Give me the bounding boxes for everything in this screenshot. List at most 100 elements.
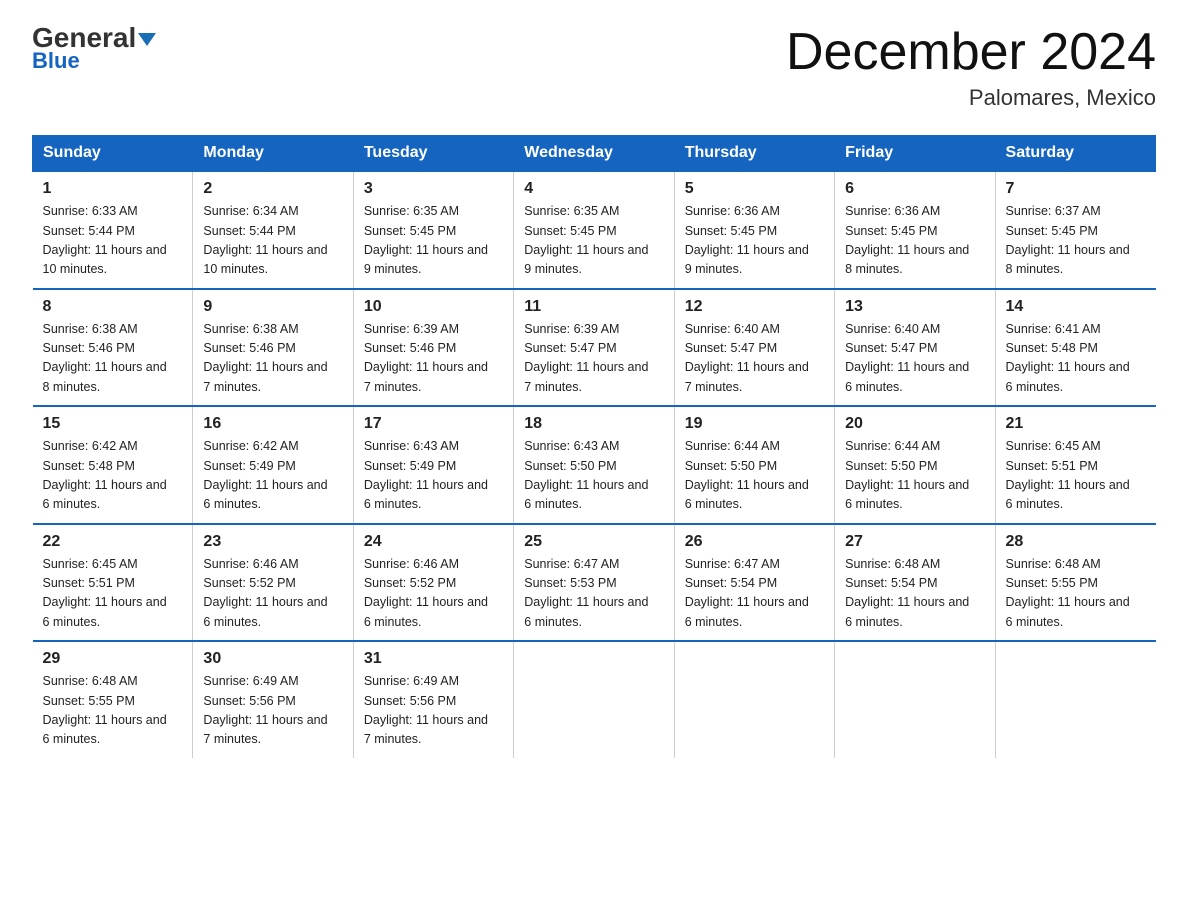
day-info: Sunrise: 6:36 AMSunset: 5:45 PMDaylight:… (685, 202, 824, 280)
day-number: 16 (203, 415, 342, 433)
day-info: Sunrise: 6:39 AMSunset: 5:47 PMDaylight:… (524, 320, 663, 398)
day-number: 14 (1006, 298, 1146, 316)
calendar-cell: 26 Sunrise: 6:47 AMSunset: 5:54 PMDaylig… (674, 524, 834, 642)
col-thursday: Thursday (674, 136, 834, 172)
day-info: Sunrise: 6:33 AMSunset: 5:44 PMDaylight:… (43, 202, 183, 280)
day-info: Sunrise: 6:49 AMSunset: 5:56 PMDaylight:… (364, 672, 503, 750)
calendar-cell: 29 Sunrise: 6:48 AMSunset: 5:55 PMDaylig… (33, 641, 193, 758)
week-row-3: 15 Sunrise: 6:42 AMSunset: 5:48 PMDaylig… (33, 406, 1156, 524)
col-friday: Friday (835, 136, 995, 172)
day-number: 9 (203, 298, 342, 316)
day-number: 29 (43, 650, 183, 668)
day-info: Sunrise: 6:49 AMSunset: 5:56 PMDaylight:… (203, 672, 342, 750)
day-number: 2 (203, 180, 342, 198)
day-number: 27 (845, 533, 984, 551)
col-tuesday: Tuesday (353, 136, 513, 172)
day-info: Sunrise: 6:44 AMSunset: 5:50 PMDaylight:… (845, 437, 984, 515)
calendar-cell: 8 Sunrise: 6:38 AMSunset: 5:46 PMDayligh… (33, 289, 193, 407)
day-number: 31 (364, 650, 503, 668)
day-info: Sunrise: 6:46 AMSunset: 5:52 PMDaylight:… (364, 555, 503, 633)
calendar-cell: 11 Sunrise: 6:39 AMSunset: 5:47 PMDaylig… (514, 289, 674, 407)
calendar-cell (514, 641, 674, 758)
day-info: Sunrise: 6:35 AMSunset: 5:45 PMDaylight:… (524, 202, 663, 280)
logo-arrow-icon (138, 33, 156, 46)
day-info: Sunrise: 6:36 AMSunset: 5:45 PMDaylight:… (845, 202, 984, 280)
day-number: 21 (1006, 415, 1146, 433)
week-row-1: 1 Sunrise: 6:33 AMSunset: 5:44 PMDayligh… (33, 171, 1156, 289)
day-number: 15 (43, 415, 183, 433)
day-info: Sunrise: 6:47 AMSunset: 5:53 PMDaylight:… (524, 555, 663, 633)
calendar-cell: 16 Sunrise: 6:42 AMSunset: 5:49 PMDaylig… (193, 406, 353, 524)
day-info: Sunrise: 6:40 AMSunset: 5:47 PMDaylight:… (845, 320, 984, 398)
day-number: 11 (524, 298, 663, 316)
day-number: 4 (524, 180, 663, 198)
day-info: Sunrise: 6:38 AMSunset: 5:46 PMDaylight:… (203, 320, 342, 398)
day-number: 8 (43, 298, 183, 316)
day-number: 18 (524, 415, 663, 433)
day-number: 6 (845, 180, 984, 198)
day-info: Sunrise: 6:45 AMSunset: 5:51 PMDaylight:… (43, 555, 183, 633)
day-info: Sunrise: 6:43 AMSunset: 5:50 PMDaylight:… (524, 437, 663, 515)
calendar-table: Sunday Monday Tuesday Wednesday Thursday… (32, 135, 1156, 758)
calendar-cell: 22 Sunrise: 6:45 AMSunset: 5:51 PMDaylig… (33, 524, 193, 642)
day-info: Sunrise: 6:37 AMSunset: 5:45 PMDaylight:… (1006, 202, 1146, 280)
day-info: Sunrise: 6:48 AMSunset: 5:55 PMDaylight:… (43, 672, 183, 750)
calendar-cell: 12 Sunrise: 6:40 AMSunset: 5:47 PMDaylig… (674, 289, 834, 407)
calendar-cell: 18 Sunrise: 6:43 AMSunset: 5:50 PMDaylig… (514, 406, 674, 524)
day-number: 26 (685, 533, 824, 551)
day-number: 23 (203, 533, 342, 551)
day-info: Sunrise: 6:35 AMSunset: 5:45 PMDaylight:… (364, 202, 503, 280)
week-row-4: 22 Sunrise: 6:45 AMSunset: 5:51 PMDaylig… (33, 524, 1156, 642)
calendar-cell: 6 Sunrise: 6:36 AMSunset: 5:45 PMDayligh… (835, 171, 995, 289)
day-number: 3 (364, 180, 503, 198)
calendar-cell: 23 Sunrise: 6:46 AMSunset: 5:52 PMDaylig… (193, 524, 353, 642)
day-number: 5 (685, 180, 824, 198)
day-info: Sunrise: 6:44 AMSunset: 5:50 PMDaylight:… (685, 437, 824, 515)
calendar-header: Sunday Monday Tuesday Wednesday Thursday… (33, 136, 1156, 172)
day-info: Sunrise: 6:42 AMSunset: 5:49 PMDaylight:… (203, 437, 342, 515)
location: Palomares, Mexico (786, 85, 1156, 111)
day-info: Sunrise: 6:42 AMSunset: 5:48 PMDaylight:… (43, 437, 183, 515)
calendar-cell: 10 Sunrise: 6:39 AMSunset: 5:46 PMDaylig… (353, 289, 513, 407)
day-number: 17 (364, 415, 503, 433)
day-number: 20 (845, 415, 984, 433)
calendar-cell: 19 Sunrise: 6:44 AMSunset: 5:50 PMDaylig… (674, 406, 834, 524)
col-monday: Monday (193, 136, 353, 172)
calendar-cell: 27 Sunrise: 6:48 AMSunset: 5:54 PMDaylig… (835, 524, 995, 642)
logo-part2: Blue (32, 48, 80, 74)
calendar-cell (674, 641, 834, 758)
day-number: 13 (845, 298, 984, 316)
calendar-cell: 25 Sunrise: 6:47 AMSunset: 5:53 PMDaylig… (514, 524, 674, 642)
calendar-cell: 5 Sunrise: 6:36 AMSunset: 5:45 PMDayligh… (674, 171, 834, 289)
calendar-cell (835, 641, 995, 758)
calendar-cell: 7 Sunrise: 6:37 AMSunset: 5:45 PMDayligh… (995, 171, 1155, 289)
day-number: 7 (1006, 180, 1146, 198)
day-info: Sunrise: 6:39 AMSunset: 5:46 PMDaylight:… (364, 320, 503, 398)
calendar-cell: 28 Sunrise: 6:48 AMSunset: 5:55 PMDaylig… (995, 524, 1155, 642)
calendar-cell: 20 Sunrise: 6:44 AMSunset: 5:50 PMDaylig… (835, 406, 995, 524)
day-info: Sunrise: 6:48 AMSunset: 5:55 PMDaylight:… (1006, 555, 1146, 633)
day-number: 24 (364, 533, 503, 551)
calendar-cell: 3 Sunrise: 6:35 AMSunset: 5:45 PMDayligh… (353, 171, 513, 289)
day-info: Sunrise: 6:40 AMSunset: 5:47 PMDaylight:… (685, 320, 824, 398)
calendar-cell: 1 Sunrise: 6:33 AMSunset: 5:44 PMDayligh… (33, 171, 193, 289)
day-info: Sunrise: 6:38 AMSunset: 5:46 PMDaylight:… (43, 320, 183, 398)
day-info: Sunrise: 6:48 AMSunset: 5:54 PMDaylight:… (845, 555, 984, 633)
day-number: 19 (685, 415, 824, 433)
day-info: Sunrise: 6:45 AMSunset: 5:51 PMDaylight:… (1006, 437, 1146, 515)
calendar-cell: 24 Sunrise: 6:46 AMSunset: 5:52 PMDaylig… (353, 524, 513, 642)
day-info: Sunrise: 6:46 AMSunset: 5:52 PMDaylight:… (203, 555, 342, 633)
day-number: 10 (364, 298, 503, 316)
calendar-cell: 9 Sunrise: 6:38 AMSunset: 5:46 PMDayligh… (193, 289, 353, 407)
day-number: 25 (524, 533, 663, 551)
day-info: Sunrise: 6:34 AMSunset: 5:44 PMDaylight:… (203, 202, 342, 280)
header-row: Sunday Monday Tuesday Wednesday Thursday… (33, 136, 1156, 172)
calendar-cell: 14 Sunrise: 6:41 AMSunset: 5:48 PMDaylig… (995, 289, 1155, 407)
title-area: December 2024 Palomares, Mexico (786, 24, 1156, 111)
calendar-cell: 15 Sunrise: 6:42 AMSunset: 5:48 PMDaylig… (33, 406, 193, 524)
day-number: 22 (43, 533, 183, 551)
day-number: 12 (685, 298, 824, 316)
calendar-cell: 13 Sunrise: 6:40 AMSunset: 5:47 PMDaylig… (835, 289, 995, 407)
day-info: Sunrise: 6:47 AMSunset: 5:54 PMDaylight:… (685, 555, 824, 633)
calendar-cell: 17 Sunrise: 6:43 AMSunset: 5:49 PMDaylig… (353, 406, 513, 524)
